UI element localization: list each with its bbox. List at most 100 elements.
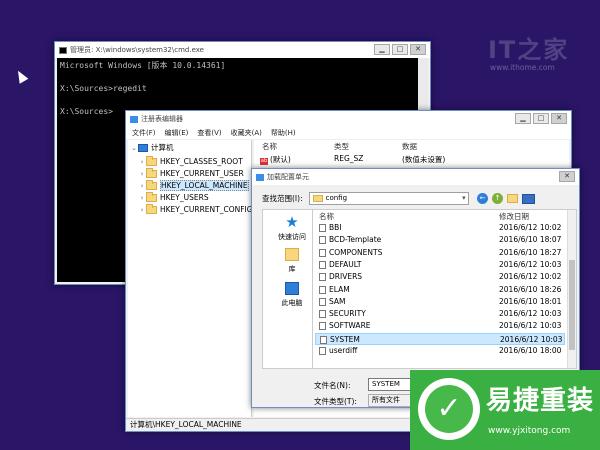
yjxitong-badge: ✓ 易捷重装 www.yjxitong.com xyxy=(410,370,600,450)
dialog-title: 加载配置单元 xyxy=(267,173,309,181)
file-icon xyxy=(319,297,326,306)
value-data: (数值未设置) xyxy=(402,155,446,164)
file-row[interactable]: COMPONENTS 2016/6/10 18:27 xyxy=(315,247,565,259)
file-row[interactable]: SOFTWARE 2016/6/12 10:03 xyxy=(315,320,565,332)
ithome-watermark: IT之家 www.ithome.com xyxy=(488,30,583,80)
tree-label: HKEY_CLASSES_ROOT xyxy=(160,157,243,166)
maximize-button[interactable]: □ xyxy=(533,113,549,124)
brand-name: 易捷重装 xyxy=(486,386,595,416)
menu-file[interactable]: 文件(F) xyxy=(132,128,156,138)
place-label: 快速访问 xyxy=(278,233,306,241)
brand-url: www.yjxitong.com xyxy=(488,426,571,436)
look-in-select[interactable]: config ▾ xyxy=(308,192,469,205)
chevron-right-icon[interactable]: › xyxy=(138,194,146,202)
close-button[interactable]: ✕ xyxy=(410,44,426,55)
up-folder-icon[interactable]: ↑ xyxy=(492,193,503,204)
minimize-button[interactable]: ▁ xyxy=(515,113,531,124)
column-type[interactable]: 类型 xyxy=(334,141,349,152)
column-name[interactable]: 名称 xyxy=(319,211,334,222)
chevron-down-icon[interactable]: ⌄ xyxy=(130,144,138,152)
tree-item-hkcc[interactable]: › HKEY_CURRENT_CONFIG xyxy=(138,203,251,215)
dialog-titlebar[interactable]: 加载配置单元 ✕ xyxy=(252,169,579,185)
look-in-label: 查找范围(I): xyxy=(262,194,303,203)
tree-item-computer[interactable]: ⌄ 计算机 xyxy=(130,142,173,153)
file-row[interactable]: DRIVERS 2016/6/12 10:02 xyxy=(315,271,565,283)
registry-tree[interactable]: ⌄ 计算机 › HKEY_CLASSES_ROOT › HKEY_CURRENT… xyxy=(128,140,252,417)
console-line: X:\Sources>regedit xyxy=(60,84,147,93)
file-row[interactable]: BBI 2016/6/12 10:02 xyxy=(315,222,565,234)
file-list[interactable]: 名称 修改日期 BBI 2016/6/12 10:02 BCD-Template 20… xyxy=(312,209,577,369)
back-icon[interactable]: ← xyxy=(477,193,488,204)
view-menu-icon[interactable] xyxy=(522,193,535,204)
cmd-icon xyxy=(59,46,67,54)
place-label: 此电脑 xyxy=(281,299,303,307)
tree-item-hklm[interactable]: › HKEY_LOCAL_MACHINE xyxy=(138,179,249,191)
file-name: SAM xyxy=(329,296,346,306)
tree-item-hkcr[interactable]: › HKEY_CLASSES_ROOT xyxy=(138,155,243,167)
file-row[interactable]: DEFAULT 2016/6/12 10:03 xyxy=(315,259,565,271)
file-name: BBI xyxy=(329,223,342,232)
regedit-menubar: 文件(F) 编辑(E) 查看(V) 收藏夹(A) 帮助(H) xyxy=(126,127,571,139)
folder-icon xyxy=(146,179,157,190)
value-row[interactable]: ab (默认) xyxy=(260,154,291,165)
folder-icon xyxy=(312,195,323,202)
filename-label: 文件名(N): xyxy=(314,381,351,390)
chevron-right-icon[interactable]: › xyxy=(138,206,146,214)
folder-icon xyxy=(146,155,157,166)
column-modified[interactable]: 修改日期 xyxy=(499,211,529,222)
menu-edit[interactable]: 编辑(E) xyxy=(165,128,189,138)
new-folder-icon[interactable] xyxy=(507,194,518,203)
menu-favorites[interactable]: 收藏夹(A) xyxy=(231,128,262,138)
chevron-right-icon[interactable]: › xyxy=(138,158,146,166)
column-name[interactable]: 名称 xyxy=(262,141,277,152)
file-date: 2016/6/10 18:07 xyxy=(499,235,562,245)
tree-label: HKEY_LOCAL_MACHINE xyxy=(160,180,249,191)
file-row[interactable]: SAM 2016/6/10 18:01 xyxy=(315,296,565,308)
folder-icon xyxy=(146,191,157,202)
file-list-scrollbar[interactable] xyxy=(567,210,576,368)
file-row[interactable]: userdiff 2016/6/10 18:00 xyxy=(315,345,565,357)
file-row[interactable]: SYSTEM 2016/6/12 10:03 xyxy=(315,332,565,345)
menu-help[interactable]: 帮助(H) xyxy=(271,128,296,138)
mouse-cursor-icon xyxy=(13,68,29,84)
tree-item-hku[interactable]: › HKEY_USERS xyxy=(138,191,209,203)
file-row[interactable]: SECURITY 2016/6/12 10:03 xyxy=(315,308,565,320)
file-icon xyxy=(320,335,327,344)
file-icon xyxy=(319,224,326,232)
maximize-button[interactable]: □ xyxy=(392,44,408,55)
close-button[interactable]: ✕ xyxy=(559,171,575,182)
file-name: DRIVERS xyxy=(329,272,363,282)
close-button[interactable]: ✕ xyxy=(551,113,567,124)
ithome-logo: IT之家 xyxy=(488,36,570,64)
scrollbar-thumb[interactable] xyxy=(569,260,575,350)
file-date: 2016/6/10 18:26 xyxy=(499,284,562,294)
tree-item-hkcu[interactable]: › HKEY_CURRENT_USER xyxy=(138,167,244,179)
file-row[interactable]: BCD-Template 2016/6/10 18:07 xyxy=(315,234,565,246)
computer-icon xyxy=(138,143,148,152)
chevron-right-icon[interactable]: › xyxy=(138,170,146,178)
filetype-label: 文件类型(T): xyxy=(314,397,357,406)
value-type: REG_SZ xyxy=(334,154,364,163)
chevron-right-icon[interactable]: › xyxy=(138,182,146,190)
ithome-url: www.ithome.com xyxy=(490,63,555,72)
column-data[interactable]: 数据 xyxy=(402,141,417,152)
file-date: 2016/6/10 18:01 xyxy=(499,296,562,306)
menu-view[interactable]: 查看(V) xyxy=(197,128,221,138)
file-name: ELAM xyxy=(329,284,350,294)
file-row[interactable]: ELAM 2016/6/10 18:26 xyxy=(315,284,565,296)
file-date: 2016/6/12 10:03 xyxy=(499,321,562,331)
file-icon xyxy=(319,347,326,355)
minimize-button[interactable]: ▁ xyxy=(374,44,390,55)
cmd-titlebar[interactable]: 管理员: X:\windows\system32\cmd.exe ▁ □ ✕ xyxy=(55,42,430,58)
regedit-titlebar[interactable]: 注册表编辑器 ▁ □ ✕ xyxy=(126,111,571,127)
file-name: SECURITY xyxy=(329,309,366,319)
cmd-title: 管理员: X:\windows\system32\cmd.exe xyxy=(70,46,204,54)
file-name: SOFTWARE xyxy=(329,321,371,331)
place-label: 库 xyxy=(288,265,296,273)
regedit-icon xyxy=(256,173,264,181)
file-icon xyxy=(319,273,326,282)
computer-icon xyxy=(285,282,299,295)
file-icon xyxy=(319,285,326,294)
